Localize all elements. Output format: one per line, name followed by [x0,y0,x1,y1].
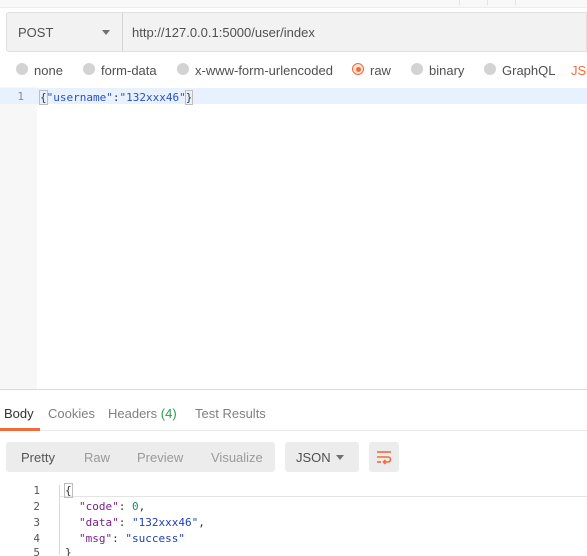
tab-headers-label: Headers [108,406,158,421]
response-line-number: 3 [33,516,40,529]
tab-headers[interactable]: Headers (4) [108,406,177,421]
active-line-outline [60,496,587,497]
strip-divider [487,0,488,5]
tab-test-results[interactable]: Test Results [195,406,266,421]
chevron-down-icon [336,455,344,460]
json-comma: , [138,500,146,513]
radio-label: form-data [101,63,157,78]
strip-divider [515,0,516,5]
view-pretty-button[interactable]: Pretty [21,450,55,465]
radio-circle-icon [16,63,28,75]
response-code-line: } [65,546,72,556]
radio-label: GraphQL [502,63,556,78]
response-line-number: 5 [33,546,40,556]
active-tab-indicator [0,428,40,431]
json-key: "data" [79,516,119,529]
url-input[interactable]: http://127.0.0.1:5000/user/index [122,12,587,52]
radio-circle-icon [177,63,189,75]
json-string: "success" [125,532,185,545]
json-number: 0 [132,500,139,513]
wrap-lines-icon [377,451,392,465]
json-separator: : [112,532,126,545]
url-text: http://127.0.0.1:5000/user/index [132,25,315,40]
headers-count-badge: (4) [160,406,177,421]
code-brace: { [39,90,48,105]
pane-divider[interactable] [0,389,587,390]
json-separator: : [118,500,132,513]
radio-circle-icon [83,63,95,75]
json-key: "msg" [79,532,113,545]
radio-label: x-www-form-urlencoded [195,63,333,78]
line-number: 1 [17,90,24,103]
code-line: {"username":"132xxx46"} [39,90,194,105]
response-line-number: 4 [33,532,40,545]
radio-label: none [34,63,63,78]
radio-selected-icon [352,63,364,75]
response-code-line: "data": "132xxx46", [79,516,205,529]
response-code-line: "code": 0, [79,500,145,513]
radio-circle-icon [411,63,423,75]
response-view-toggle: Pretty Raw Preview Visualize [6,442,275,472]
response-line-number: 1 [33,484,40,497]
wrap-lines-button[interactable] [369,442,399,472]
code-key: "username" [46,91,113,104]
tab-body[interactable]: Body [4,406,34,421]
radio-label: raw [370,63,391,78]
view-visualize-button[interactable]: Visualize [211,450,263,465]
view-preview-button[interactable]: Preview [137,450,183,465]
body-type-radio-group: none form-data x-www-form-urlencoded raw… [0,60,587,80]
top-tab-strip [0,0,587,8]
code-brace: } [184,90,194,105]
radio-label: binary [429,63,465,78]
radio-circle-icon [484,63,496,75]
strip-divider [459,0,460,5]
view-raw-button[interactable]: Raw [84,450,110,465]
response-brace: { [64,483,73,498]
request-body-editor[interactable]: 1 {"username":"132xxx46"} [0,87,587,389]
response-format-select[interactable]: JSON [285,442,359,472]
json-key: "code" [79,500,119,513]
tab-cookies[interactable]: Cookies [48,406,95,421]
editor-gutter [0,87,37,389]
raw-format-dropdown[interactable]: JSO [571,63,587,78]
json-string: "132xxx46" [132,516,199,529]
chevron-down-icon [102,30,110,35]
response-line-number: 2 [33,500,40,513]
method-label: POST [18,25,54,40]
response-body-viewer[interactable]: 1 { 2 "code": 0, 3 "data": "132xxx46", 4… [0,480,587,556]
json-comma: , [198,516,205,529]
fold-guide [59,485,60,555]
response-brace: } [65,546,72,556]
method-select[interactable]: POST [6,12,123,52]
response-tabs: Body Cookies Headers (4) Test Results [0,397,587,431]
format-label: JSON [296,450,331,465]
text-cursor [192,90,194,103]
response-code-line: "msg": "success" [79,532,185,545]
response-code-line: { [64,483,73,498]
code-value: "132xxx46" [119,91,186,104]
json-separator: : [118,516,132,529]
request-url-bar: POST http://127.0.0.1:5000/user/index [6,12,587,52]
